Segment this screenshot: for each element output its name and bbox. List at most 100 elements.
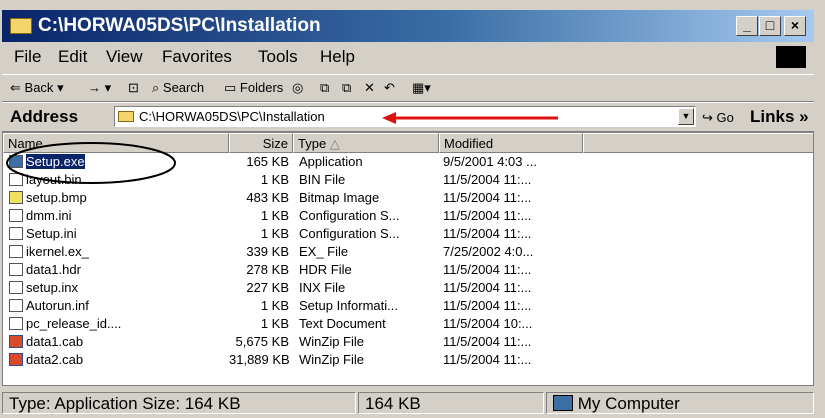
file-icon bbox=[9, 281, 23, 294]
menu-file[interactable]: File bbox=[14, 47, 41, 67]
search-button[interactable]: ⌕ Search bbox=[152, 80, 204, 96]
window-title: C:\HORWA05DS\PC\Installation bbox=[38, 15, 321, 36]
file-modified: 11/5/2004 11:... bbox=[443, 172, 532, 187]
forward-button[interactable]: → ▾ bbox=[88, 80, 111, 96]
file-row[interactable]: data2.cab 31,889 KB WinZip File 11/5/2004 1… bbox=[3, 352, 603, 368]
file-modified: 11/5/2004 11:... bbox=[443, 352, 532, 367]
close-button[interactable]: × bbox=[784, 16, 806, 36]
file-size: 483 KB bbox=[246, 190, 289, 205]
folders-icon: ▭ bbox=[224, 80, 237, 95]
copy-to-icon[interactable]: ⧉ bbox=[342, 80, 351, 96]
file-size: 1 KB bbox=[260, 208, 289, 223]
history-icon[interactable]: ◎ bbox=[292, 80, 303, 96]
file-modified: 11/5/2004 11:... bbox=[443, 334, 532, 349]
file-size: 165 KB bbox=[246, 154, 289, 169]
undo-icon[interactable]: ↶ bbox=[384, 80, 395, 96]
folders-button[interactable]: ▭ Folders bbox=[224, 80, 283, 96]
explorer-window: C:\HORWA05DS\PC\Installation _ □ × File … bbox=[0, 0, 825, 418]
go-button[interactable]: ↪ Go bbox=[702, 110, 734, 126]
file-name: dmm.ini bbox=[26, 208, 72, 223]
address-dropdown-button[interactable]: ▼ bbox=[678, 108, 694, 125]
windows-logo-icon bbox=[776, 46, 806, 68]
file-name: setup.bmp bbox=[26, 190, 87, 205]
status-info: Type: Application Size: 164 KB bbox=[2, 392, 356, 414]
file-row[interactable]: setup.inx 227 KB INX File 11/5/2004 11:... bbox=[3, 280, 603, 296]
folders-label: Folders bbox=[239, 80, 284, 95]
file-name: Setup.ini bbox=[26, 226, 77, 241]
folder-icon bbox=[118, 111, 134, 122]
file-list[interactable]: Name Size Type △ Modified Setup.exe 165 K… bbox=[2, 132, 814, 386]
text-icon bbox=[9, 317, 23, 330]
address-path: C:\HORWA05DS\PC\Installation bbox=[139, 109, 325, 124]
file-name: data2.cab bbox=[26, 352, 84, 367]
links-button[interactable]: Links » bbox=[750, 107, 809, 127]
file-type: Application bbox=[299, 154, 363, 169]
minimize-button[interactable]: _ bbox=[736, 16, 758, 36]
file-name: pc_release_id.... bbox=[26, 316, 122, 331]
file-row[interactable]: setup.bmp 483 KB Bitmap Image 11/5/2004 11:… bbox=[3, 190, 603, 206]
file-size: 1 KB bbox=[260, 298, 289, 313]
file-type: EX_ File bbox=[299, 244, 349, 259]
annotation-circle bbox=[6, 142, 176, 184]
file-icon bbox=[9, 245, 23, 258]
file-type: WinZip File bbox=[299, 334, 365, 349]
standard-toolbar: ⇐ Back ▾ → ▾ ⊡ ⌕ Search ▭ Folders ◎ ⧉ ⧉ … bbox=[2, 74, 814, 102]
column-header-size[interactable]: Size bbox=[229, 133, 293, 153]
file-row[interactable]: dmm.ini 1 KB Configuration S... 11/5/2004 1… bbox=[3, 208, 603, 224]
file-name: data1.cab bbox=[26, 334, 84, 349]
column-header-type-label: Type bbox=[298, 136, 327, 151]
file-row[interactable]: data1.cab 5,675 KB WinZip File 11/5/2004 11… bbox=[3, 334, 603, 350]
menu-favorites[interactable]: Favorites bbox=[162, 47, 232, 67]
file-size: 339 KB bbox=[246, 244, 289, 259]
winzip-icon bbox=[9, 353, 23, 366]
file-modified: 11/5/2004 11:... bbox=[443, 208, 532, 223]
menu-edit[interactable]: Edit bbox=[58, 47, 87, 67]
file-size: 1 KB bbox=[260, 172, 289, 187]
file-type: Text Document bbox=[299, 316, 386, 331]
menu-tools[interactable]: Tools bbox=[258, 47, 298, 67]
back-button[interactable]: ⇐ Back ▾ bbox=[10, 80, 64, 96]
menu-view[interactable]: View bbox=[106, 47, 143, 67]
delete-icon[interactable]: ✕ bbox=[364, 80, 375, 96]
up-folder-icon[interactable]: ⊡ bbox=[128, 80, 139, 96]
file-type: BIN File bbox=[299, 172, 346, 187]
back-dropdown-icon[interactable]: ▾ bbox=[57, 80, 64, 95]
views-button[interactable]: ▦▾ bbox=[412, 80, 431, 96]
menu-help[interactable]: Help bbox=[320, 47, 355, 67]
status-bar: Type: Application Size: 164 KB 164 KB My… bbox=[2, 390, 814, 416]
file-type: Configuration S... bbox=[299, 208, 400, 223]
file-icon bbox=[9, 263, 23, 276]
file-row[interactable]: data1.hdr 278 KB HDR File 11/5/2004 11:... bbox=[3, 262, 603, 278]
file-row[interactable]: Setup.ini 1 KB Configuration S... 11/5/2004… bbox=[3, 226, 603, 242]
status-zone: My Computer bbox=[546, 392, 814, 414]
file-name: setup.inx bbox=[26, 280, 79, 295]
annotation-arrow bbox=[382, 112, 558, 124]
move-to-icon[interactable]: ⧉ bbox=[320, 80, 329, 96]
file-modified: 11/5/2004 11:... bbox=[443, 226, 532, 241]
file-modified: 11/5/2004 10:... bbox=[443, 316, 533, 331]
title-bar[interactable]: C:\HORWA05DS\PC\Installation _ □ × bbox=[2, 10, 814, 42]
column-header-filler bbox=[583, 133, 813, 153]
file-row[interactable]: ikernel.ex_ 339 KB EX_ File 7/25/2002 4:0..… bbox=[3, 244, 603, 260]
maximize-button[interactable]: □ bbox=[759, 16, 781, 36]
status-size: 164 KB bbox=[358, 392, 544, 414]
bitmap-icon bbox=[9, 191, 23, 204]
sort-arrow-icon: △ bbox=[329, 136, 340, 151]
file-row[interactable]: Autorun.inf 1 KB Setup Informati... 11/5/20… bbox=[3, 298, 603, 314]
winzip-icon bbox=[9, 335, 23, 348]
file-modified: 11/5/2004 11:... bbox=[443, 190, 532, 205]
file-name: ikernel.ex_ bbox=[26, 244, 89, 259]
file-size: 1 KB bbox=[260, 316, 289, 331]
file-modified: 9/5/2001 4:03 ... bbox=[443, 154, 537, 169]
file-size: 31,889 KB bbox=[229, 352, 290, 367]
go-arrow-icon: ↪ bbox=[702, 110, 713, 125]
column-header-type[interactable]: Type △ bbox=[293, 133, 439, 153]
column-header-modified[interactable]: Modified bbox=[439, 133, 583, 153]
file-size: 227 KB bbox=[246, 280, 289, 295]
file-name: data1.hdr bbox=[26, 262, 81, 277]
file-type: Bitmap Image bbox=[299, 190, 380, 205]
search-label: Search bbox=[162, 80, 205, 95]
address-label: Address bbox=[10, 107, 79, 126]
status-zone-label: My Computer bbox=[577, 394, 680, 413]
file-row[interactable]: pc_release_id.... 1 KB Text Document 11/5/2… bbox=[3, 316, 603, 332]
